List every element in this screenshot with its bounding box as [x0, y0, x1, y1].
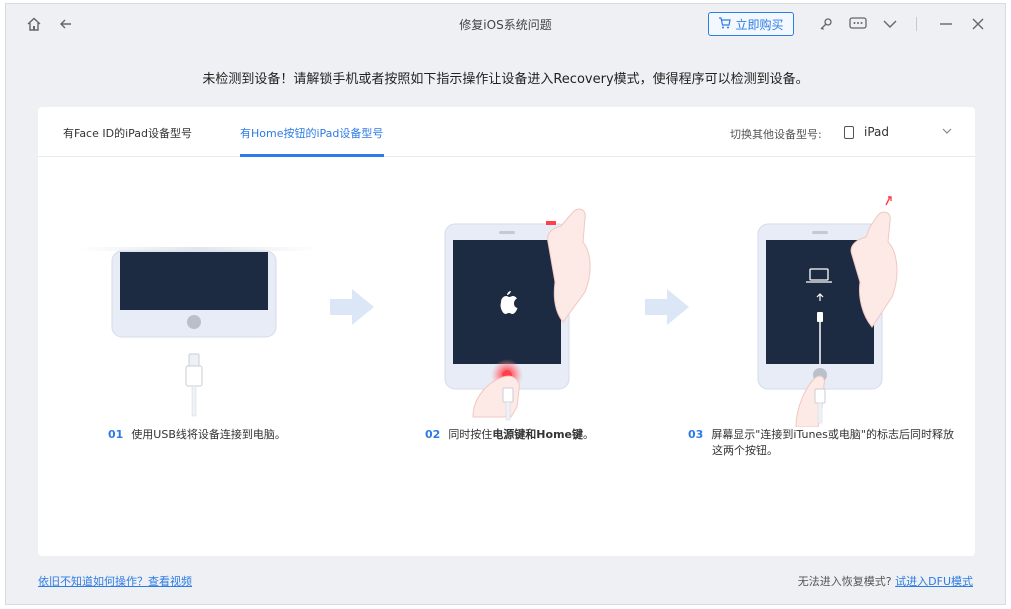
step-text: 这两个按钮。 — [712, 444, 778, 457]
step-2-instruction: 02 同时按住电源键和Home键。 — [425, 427, 594, 443]
dfu-mode-hint: 无法进入恢复模式? 试进入DFU模式 — [798, 573, 973, 589]
buy-now-button[interactable]: 立即购买 — [708, 12, 794, 36]
cart-icon — [718, 16, 732, 32]
arrow-right-icon — [330, 289, 374, 325]
step-3-instruction: 03 屏幕显示"连接到iTunes或电脑"的标志后同时释放 这两个按钮。 — [688, 427, 958, 459]
step-text: 屏幕显示"连接到iTunes或电脑"的标志后同时释放 — [711, 428, 954, 441]
step-number: 02 — [425, 428, 441, 441]
minimize-icon[interactable] — [936, 14, 956, 34]
title-bar: 修复iOS系统问题 立即购买 — [6, 4, 1005, 44]
arrow-right-icon — [645, 289, 689, 325]
step-1-instruction: 01 使用USB线将设备连接到电脑。 — [108, 427, 286, 443]
buy-now-label: 立即购买 — [735, 17, 784, 32]
chevron-down-icon[interactable] — [880, 14, 900, 34]
step1-illustration — [78, 247, 318, 417]
instruction-panel: 有Face ID的iPad设备型号 有Home按钮的iPad设备型号 切换其他设… — [38, 107, 975, 556]
device-model-select[interactable]: iPad — [844, 121, 952, 143]
ipad-icon — [844, 125, 854, 139]
dfu-prefix-text: 无法进入恢复模式? — [797, 575, 892, 588]
app-window: 修复iOS系统问题 立即购买 未检测到设备！请解锁手机或者按照如下指示操作让设备… — [5, 3, 1006, 605]
step-number: 03 — [688, 428, 704, 441]
step-number: 01 — [108, 428, 124, 441]
step-text: 使用USB线将设备连接到电脑。 — [131, 428, 286, 441]
step-text: 同时按住 — [448, 428, 493, 441]
step3-illustration — [757, 196, 898, 427]
chevron-down-icon — [942, 127, 952, 138]
enter-dfu-mode-link[interactable]: 试进入DFU模式 — [895, 575, 973, 588]
key-icon[interactable] — [816, 14, 836, 34]
no-device-notice: 未检测到设备！请解锁手机或者按照如下指示操作让设备进入Recovery模式，使得… — [202, 72, 809, 87]
device-type-tabs: 有Face ID的iPad设备型号 有Home按钮的iPad设备型号 切换其他设… — [38, 107, 975, 157]
step-text: 。 — [583, 428, 594, 441]
tab-face-id-ipad[interactable]: 有Face ID的iPad设备型号 — [63, 125, 192, 141]
watch-video-link[interactable]: 依旧不知道如何操作？查看视频 — [38, 573, 192, 589]
step-text-bold: 电源键和Home键 — [492, 428, 583, 441]
active-tab-indicator — [240, 154, 384, 157]
device-switch-label: 切换其他设备型号: — [730, 128, 822, 141]
step2-illustration — [444, 208, 591, 421]
feedback-icon[interactable] — [848, 14, 868, 34]
titlebar-divider — [916, 17, 917, 31]
close-icon[interactable] — [968, 14, 988, 34]
tab-home-button-ipad[interactable]: 有Home按钮的iPad设备型号 — [240, 125, 383, 141]
device-model-value: iPad — [864, 125, 890, 139]
